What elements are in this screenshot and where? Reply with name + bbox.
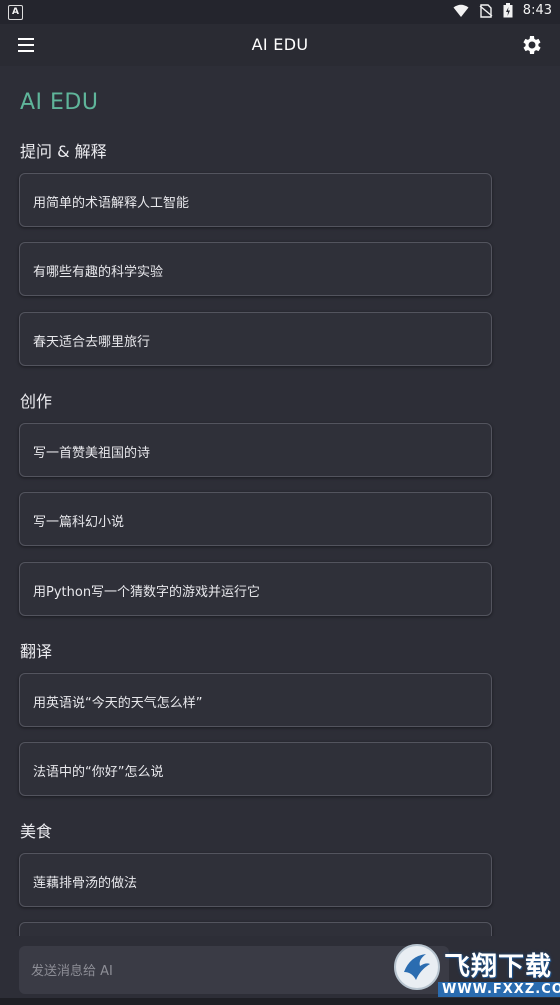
- section-title-food: 美食: [20, 822, 53, 841]
- section-title-explain: 提问 & 解释: [20, 142, 107, 161]
- clock: 8:43: [522, 3, 552, 18]
- message-input-bar: [19, 946, 449, 996]
- prompt-card[interactable]: 用英语说“今天的天气怎么样”: [19, 673, 492, 727]
- settings-button[interactable]: [520, 33, 544, 57]
- prompt-card[interactable]: 写一首赞美祖国的诗: [19, 423, 492, 477]
- watermark: 飞翔下载 WWW.FXXZ.COM: [394, 944, 560, 1000]
- prompt-card[interactable]: 用Python写一个猜数字的游戏并运行它: [19, 562, 492, 616]
- wifi-icon: [453, 4, 469, 17]
- status-bar: A 8:43: [0, 0, 560, 24]
- prompt-card[interactable]: 写一篇科幻小说: [19, 492, 492, 546]
- section-title-create: 创作: [20, 392, 53, 411]
- app-bar: AI EDU: [0, 24, 560, 66]
- message-input[interactable]: [29, 946, 333, 996]
- watermark-text: 飞翔下载: [444, 952, 553, 982]
- gear-icon: [523, 36, 541, 54]
- prompt-card[interactable]: 春天适合去哪里旅行: [19, 312, 492, 366]
- hero-title: AI EDU: [20, 90, 99, 115]
- no-sim-icon: [479, 3, 493, 18]
- app-title: AI EDU: [251, 35, 309, 54]
- prompt-text: 用英语说“今天的天气怎么样”: [33, 696, 203, 711]
- prompt-card-partial[interactable]: [19, 922, 492, 936]
- prompt-text: 用Python写一个猜数字的游戏并运行它: [33, 585, 261, 600]
- status-icons: 8:43: [453, 3, 552, 18]
- prompt-text: 法语中的“你好”怎么说: [33, 765, 164, 780]
- prompt-text: 莲藕排骨汤的做法: [33, 876, 138, 891]
- prompt-card[interactable]: 用简单的术语解释人工智能: [19, 173, 492, 227]
- prompt-card[interactable]: 莲藕排骨汤的做法: [19, 853, 492, 907]
- prompt-text: 用简单的术语解释人工智能: [33, 196, 190, 211]
- watermark-url: WWW.FXXZ.COM: [438, 982, 560, 997]
- prompt-card[interactable]: 有哪些有趣的科学实验: [19, 242, 492, 296]
- system-nav-bar: [0, 998, 560, 1005]
- prompt-text: 春天适合去哪里旅行: [33, 335, 151, 350]
- prompt-list: AI EDU 提问 & 解释 用简单的术语解释人工智能 有哪些有趣的科学实验 春…: [0, 66, 560, 936]
- prompt-text: 有哪些有趣的科学实验: [33, 265, 164, 280]
- prompt-text: 写一首赞美祖国的诗: [33, 446, 151, 461]
- prompt-text: 写一篇科幻小说: [33, 515, 125, 530]
- battery-icon: [503, 3, 513, 18]
- notification-icon: A: [8, 5, 23, 20]
- prompt-card[interactable]: 法语中的“你好”怎么说: [19, 742, 492, 796]
- watermark-logo-icon: [394, 944, 440, 990]
- section-title-translate: 翻译: [20, 642, 53, 661]
